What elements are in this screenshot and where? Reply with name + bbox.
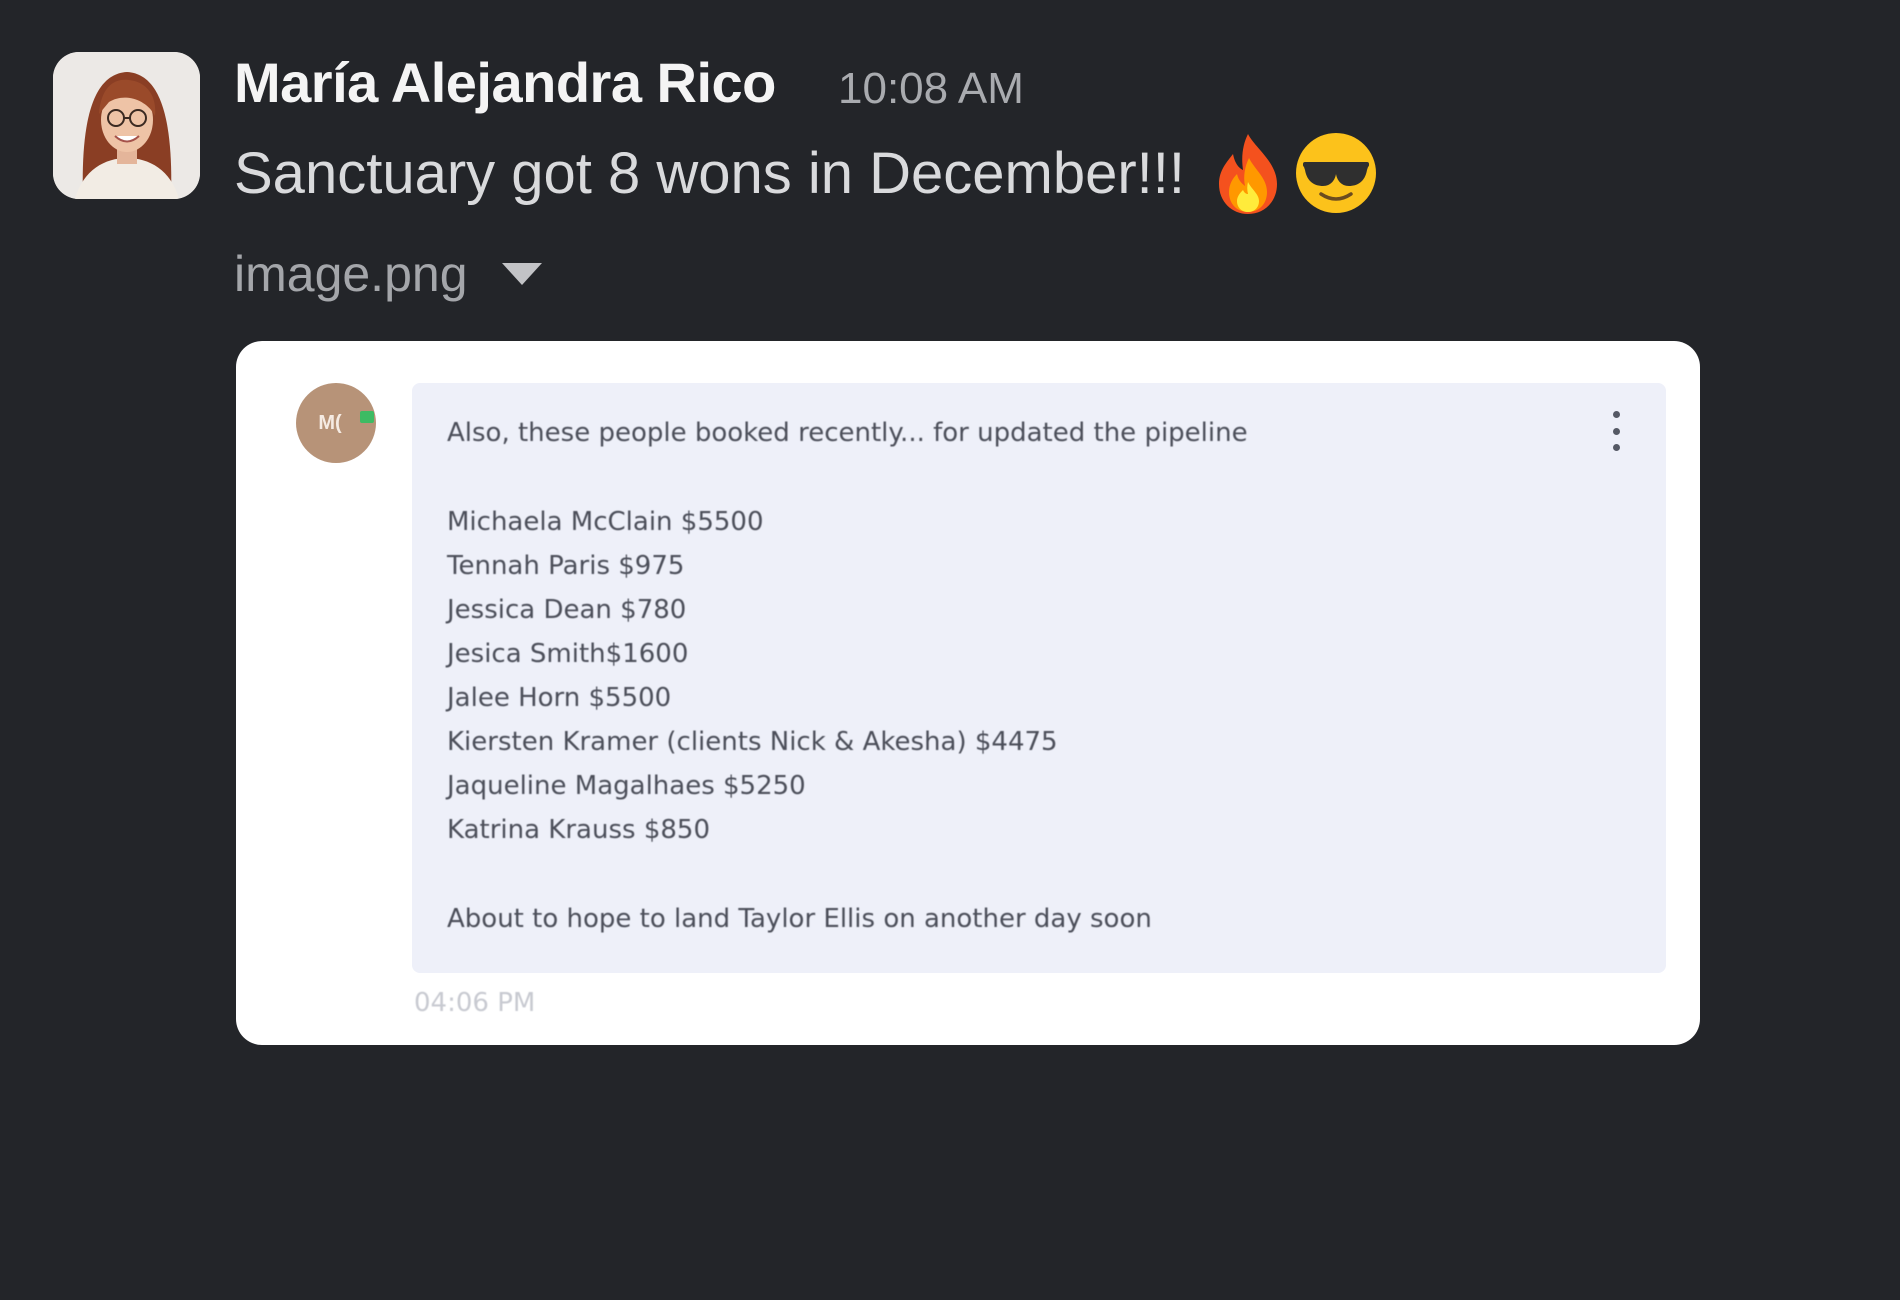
booking-line: Jessica Dean $780 xyxy=(447,595,687,625)
inner-message-time: 04:06 PM xyxy=(414,988,536,1018)
attachment-filename[interactable]: image.png xyxy=(234,245,468,303)
avatar-photo xyxy=(53,52,200,199)
avatar[interactable] xyxy=(53,52,200,199)
more-options-icon xyxy=(1607,411,1625,451)
booking-line: Kiersten Kramer (clients Nick & Akesha) … xyxy=(447,727,1058,757)
chat-status-icon xyxy=(360,411,374,423)
sunglasses-emoji xyxy=(1293,130,1379,216)
fire-emoji xyxy=(1205,130,1291,216)
booking-line: Katrina Krauss $850 xyxy=(447,815,710,845)
booking-line: Tennah Paris $975 xyxy=(447,551,685,581)
chevron-down-icon[interactable] xyxy=(501,263,542,285)
booking-line: Michaela McClain $5500 xyxy=(447,507,764,537)
booking-line: Jaqueline Magalhaes $5250 xyxy=(447,771,806,801)
sender-name[interactable]: María Alejandra Rico xyxy=(234,50,776,115)
attachment-header[interactable]: image.png xyxy=(234,245,542,303)
bubble-intro: Also, these people booked recently... fo… xyxy=(447,418,1248,448)
booking-line: Jalee Horn $5500 xyxy=(447,683,672,713)
bubble-outro: About to hope to land Taylor Ellis on an… xyxy=(447,904,1152,934)
image-attachment[interactable]: M( Also, these people booked recently...… xyxy=(236,341,1700,1045)
message-text: Sanctuary got 8 wons in December!!! xyxy=(234,140,1186,206)
message-timestamp[interactable]: 10:08 AM xyxy=(838,64,1024,114)
inner-avatar: M( xyxy=(296,383,376,463)
message-body: Sanctuary got 8 wons in December!!! xyxy=(234,128,1379,218)
message-bubble: Also, these people booked recently... fo… xyxy=(412,383,1666,973)
booking-line: Jesica Smith$1600 xyxy=(447,639,689,669)
bubble-text: Also, these people booked recently... fo… xyxy=(447,411,1248,941)
